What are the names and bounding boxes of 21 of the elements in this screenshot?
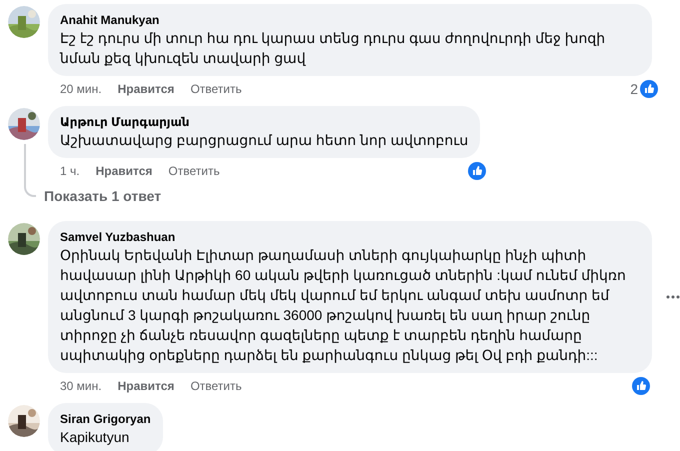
like-link[interactable]: Нравится: [118, 377, 174, 395]
author-name[interactable]: Siran Grigoryan: [60, 411, 151, 427]
reply-link[interactable]: Ответить: [190, 377, 242, 395]
like-link[interactable]: Нравится: [118, 80, 174, 98]
show-replies-link[interactable]: Показать 1 ответ: [44, 186, 162, 207]
comment-text: Kapikutyun: [60, 428, 130, 447]
reply-link[interactable]: Ответить: [190, 80, 242, 98]
timestamp[interactable]: 1 ч.: [60, 162, 80, 180]
comment-text: Օրինակ Երեվանի Էլիտար թաղամասի տների գույկաիարկը ինչի պիտի հավասար լինի Արթիկի 60 ական թվերի կառուցած տներին :կամ ունեմ միկռո ավտոբուս տան համար մեկ մեկ վարում եմ երկու անգամ տեխ ասմոտր եմ անցնում 3 կարգի թոշակառու 36000 թոշակով խառել են սաղ իրար շունը տիրոջը չի ճանչե ռեսավոր գազելները պետք է տարբեն դեղին համարը սպիտակից օրեքները դարձել են քարիանգուս ընկաց թել Օվ բդի քանդի:::: [60, 246, 627, 365]
author-name[interactable]: Արթուր Մարգարյան: [60, 114, 468, 130]
reply-link[interactable]: Ответить: [168, 162, 220, 180]
author-name[interactable]: Anahit Manukyan: [60, 12, 640, 28]
comment-text: Աշխատավարց բարցրացում արա հետո նոր ավտոբուս: [60, 131, 468, 150]
timestamp[interactable]: 30 мин.: [60, 377, 102, 395]
thread-line: [24, 144, 36, 197]
like-link[interactable]: Нравится: [96, 162, 152, 180]
timestamp[interactable]: 20 мин.: [60, 80, 102, 98]
more-options-icon[interactable]: [666, 295, 680, 299]
reaction-count[interactable]: 2: [630, 78, 638, 100]
comment-text: Էշ էշ դուրս մի տուր հա դու կարաս տենց դուրս գաս ժողովուրդի մեջ խոզի նման քեզ կխուզեն տավարի ցավ: [60, 29, 606, 68]
author-name[interactable]: Samvel Yuzbashuan: [60, 229, 640, 245]
